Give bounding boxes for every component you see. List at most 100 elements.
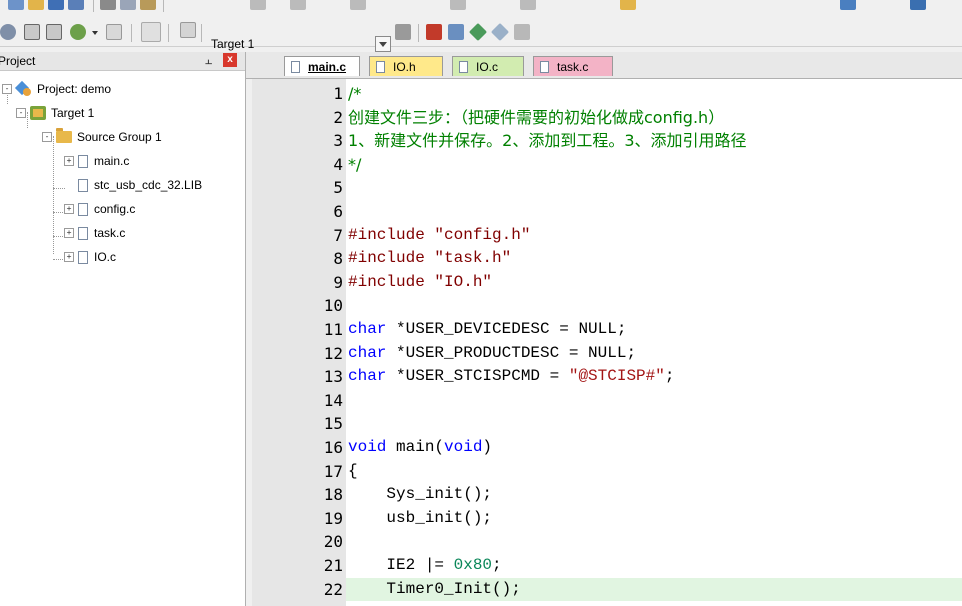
code-text: #include "task.h" bbox=[348, 247, 511, 270]
indent-icon[interactable] bbox=[450, 0, 466, 10]
code-token: *USER_DEVICEDESC = NULL; bbox=[386, 320, 627, 338]
open-folder-icon[interactable] bbox=[28, 0, 44, 10]
code-area[interactable]: char *USER_STCISPCMD = "@STCISP#"; bbox=[346, 365, 962, 388]
collapse-icon[interactable]: - bbox=[2, 84, 12, 94]
code-area[interactable]: IE2 |= 0x80; bbox=[346, 554, 962, 577]
copy-icon[interactable] bbox=[120, 0, 136, 10]
code-text: IE2 |= 0x80; bbox=[348, 554, 502, 577]
code-area[interactable]: #include "task.h" bbox=[346, 247, 962, 270]
manage-components-icon[interactable] bbox=[426, 24, 442, 40]
build-icon[interactable] bbox=[46, 24, 62, 40]
code-text: char *USER_STCISPCMD = "@STCISP#"; bbox=[348, 365, 674, 388]
rebuild-icon[interactable] bbox=[70, 24, 86, 40]
code-area[interactable]: #include "IO.h" bbox=[346, 271, 962, 294]
code-line: 17 { bbox=[252, 460, 962, 483]
code-token: void bbox=[444, 438, 483, 456]
code-area[interactable]: void main(void) bbox=[346, 436, 962, 459]
redo-icon[interactable] bbox=[290, 0, 306, 10]
download-icon[interactable] bbox=[141, 22, 161, 42]
code-area[interactable]: Timer0_Init(); bbox=[346, 577, 962, 601]
code-area[interactable]: Sys_init(); bbox=[346, 483, 962, 506]
code-area[interactable]: /* bbox=[346, 82, 962, 105]
code-area[interactable]: char *USER_DEVICEDESC = NULL; bbox=[346, 318, 962, 341]
code-area[interactable] bbox=[346, 412, 962, 435]
target-options-icon[interactable] bbox=[395, 24, 411, 40]
undo-icon[interactable] bbox=[250, 0, 266, 10]
code-token: ; bbox=[492, 556, 502, 574]
batch-build-icon[interactable] bbox=[106, 24, 122, 40]
code-editor[interactable]: 1 /* 2 创建文件三步：（把硬件需要的初始化做成config.h） 3 1、新建文件并… bbox=[252, 79, 962, 606]
find-icon[interactable] bbox=[620, 0, 636, 10]
tree-item-label: stc_usb_cdc_32.LIB bbox=[94, 178, 203, 192]
load-icon[interactable] bbox=[180, 22, 196, 38]
code-area[interactable]: { bbox=[346, 460, 962, 483]
select-packs-icon[interactable] bbox=[448, 24, 464, 40]
code-area[interactable]: #include "config.h" bbox=[346, 224, 962, 247]
code-area[interactable]: usb_init(); bbox=[346, 507, 962, 530]
code-token: "IO.h" bbox=[434, 272, 493, 291]
tree-item-file[interactable]: stc_usb_cdc_32.LIB bbox=[64, 174, 202, 196]
code-area[interactable]: 1、新建文件并保存。2、添加到工程。3、添加引用路径 bbox=[346, 129, 962, 152]
tree-item-label: Project: demo bbox=[37, 82, 112, 96]
project-panel: Project ⫠ x - Project: demo - Target 1 - Sour… bbox=[0, 52, 246, 606]
target-dropdown-button[interactable] bbox=[375, 36, 391, 52]
tree-item-file[interactable]: + config.c bbox=[64, 198, 135, 220]
code-token: Sys_init(); bbox=[348, 485, 493, 504]
chevron-down-icon[interactable] bbox=[92, 31, 98, 35]
tab-task-c[interactable]: task.c bbox=[533, 56, 613, 76]
save-icon[interactable] bbox=[48, 0, 64, 10]
code-area[interactable] bbox=[346, 200, 962, 223]
options-icon[interactable] bbox=[0, 24, 16, 40]
expand-icon[interactable]: + bbox=[64, 204, 74, 214]
code-line: 16 void main(void) bbox=[252, 436, 962, 459]
code-line: 3 1、新建文件并保存。2、添加到工程。3、添加引用路径 bbox=[252, 129, 962, 152]
tree-item-target[interactable]: - Target 1 bbox=[16, 102, 94, 124]
save-all-icon[interactable] bbox=[68, 0, 84, 10]
tab-io-c[interactable]: IO.c bbox=[452, 56, 524, 76]
code-line: 9 #include "IO.h" bbox=[252, 271, 962, 294]
code-area[interactable] bbox=[346, 530, 962, 553]
code-line: 2 创建文件三步：（把硬件需要的初始化做成config.h） bbox=[252, 106, 962, 129]
translate-icon[interactable] bbox=[24, 24, 40, 40]
code-line: 6 bbox=[252, 200, 962, 223]
code-area[interactable] bbox=[346, 294, 962, 317]
collapse-icon[interactable]: - bbox=[16, 108, 26, 118]
code-token: "config.h" bbox=[434, 225, 531, 244]
settings-icon[interactable] bbox=[840, 0, 856, 10]
code-line: 13 char *USER_STCISPCMD = "@STCISP#"; bbox=[252, 365, 962, 388]
code-area[interactable] bbox=[346, 176, 962, 199]
toolbar-row-2: Target 1 bbox=[0, 12, 962, 52]
code-area[interactable]: 创建文件三步：（把硬件需要的初始化做成config.h） bbox=[346, 106, 962, 129]
code-line: 10 bbox=[252, 294, 962, 317]
pack-installer-icon[interactable] bbox=[468, 22, 488, 42]
expand-icon[interactable]: + bbox=[64, 156, 74, 166]
close-icon[interactable]: x bbox=[223, 53, 237, 67]
pin-icon[interactable]: ⫠ bbox=[205, 53, 212, 68]
tree-item-file[interactable]: + task.c bbox=[64, 222, 125, 244]
tree-item-folder[interactable]: - Source Group 1 bbox=[42, 126, 162, 148]
code-line: 7 #include "config.h" bbox=[252, 224, 962, 247]
code-text: Timer0_Init(); bbox=[348, 578, 520, 601]
expand-icon[interactable]: + bbox=[64, 252, 74, 262]
expand-icon[interactable]: + bbox=[64, 228, 74, 238]
tab-io-h[interactable]: IO.h bbox=[369, 56, 443, 76]
target-selector-label[interactable]: Target 1 bbox=[211, 37, 254, 51]
file-icon bbox=[78, 178, 88, 192]
comment-icon[interactable] bbox=[520, 0, 536, 10]
bookmark-icon[interactable] bbox=[350, 0, 366, 10]
tab-main-c[interactable]: main.c bbox=[284, 56, 360, 76]
code-area[interactable]: */ bbox=[346, 153, 962, 176]
zoom-icon[interactable] bbox=[910, 0, 926, 10]
collapse-icon[interactable]: - bbox=[42, 132, 52, 142]
rte-icon[interactable] bbox=[490, 22, 510, 42]
tree-item-file[interactable]: + main.c bbox=[64, 150, 129, 172]
paste-icon[interactable] bbox=[140, 0, 156, 10]
code-area[interactable]: char *USER_PRODUCTDESC = NULL; bbox=[346, 342, 962, 365]
new-file-icon[interactable] bbox=[8, 0, 24, 10]
software-packs-icon[interactable] bbox=[514, 24, 530, 40]
tree-item-file[interactable]: + IO.c bbox=[64, 246, 116, 268]
code-area[interactable] bbox=[346, 389, 962, 412]
cut-icon[interactable] bbox=[100, 0, 116, 10]
code-text: #include "IO.h" bbox=[348, 271, 492, 294]
tree-item-project[interactable]: - Project: demo bbox=[2, 78, 111, 100]
